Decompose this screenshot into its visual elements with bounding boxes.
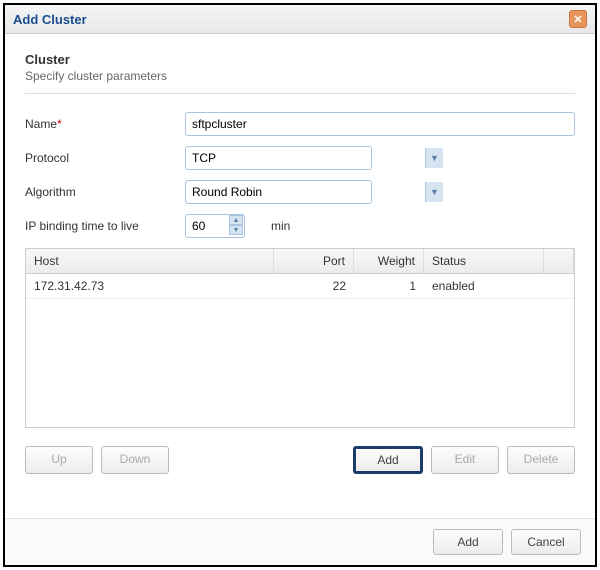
th-end	[544, 249, 574, 273]
close-icon[interactable]: ✕	[569, 10, 587, 28]
spinner-up-icon[interactable]: ▲	[229, 215, 243, 225]
add-button[interactable]: Add	[433, 529, 503, 555]
protocol-value[interactable]	[185, 146, 372, 170]
cell-end	[544, 274, 574, 298]
cell-host: 172.31.42.73	[26, 274, 274, 298]
table-buttons: Up Down Add Edit Delete	[25, 446, 575, 474]
cancel-button[interactable]: Cancel	[511, 529, 581, 555]
down-button[interactable]: Down	[101, 446, 169, 474]
name-input[interactable]	[185, 112, 575, 136]
algorithm-value[interactable]	[185, 180, 372, 204]
titlebar: Add Cluster ✕	[5, 5, 595, 34]
th-host[interactable]: Host	[26, 249, 274, 273]
divider	[25, 93, 575, 94]
edit-button[interactable]: Edit	[431, 446, 499, 474]
th-weight[interactable]: Weight	[354, 249, 424, 273]
label-algorithm: Algorithm	[25, 185, 185, 199]
th-status[interactable]: Status	[424, 249, 544, 273]
dialog-footer: Add Cancel	[5, 518, 595, 565]
up-button[interactable]: Up	[25, 446, 93, 474]
chevron-down-icon[interactable]: ▼	[425, 148, 443, 168]
row-name: Name*	[25, 112, 575, 136]
row-binding: IP binding time to live ▲ ▼ min	[25, 214, 575, 238]
window-title: Add Cluster	[13, 12, 87, 27]
cell-status: enabled	[424, 274, 544, 298]
binding-unit: min	[271, 219, 290, 233]
hosts-table: Host Port Weight Status 172.31.42.73 22 …	[25, 248, 575, 428]
row-protocol: Protocol ▼	[25, 146, 575, 170]
table-header: Host Port Weight Status	[26, 249, 574, 274]
cell-port: 22	[274, 274, 354, 298]
section-header: Cluster	[25, 52, 575, 67]
th-port[interactable]: Port	[274, 249, 354, 273]
chevron-down-icon[interactable]: ▼	[425, 182, 443, 202]
label-binding: IP binding time to live	[25, 219, 185, 233]
algorithm-select[interactable]: ▼	[185, 180, 445, 204]
table-row[interactable]: 172.31.42.73 22 1 enabled	[26, 274, 574, 299]
section-subtitle: Specify cluster parameters	[25, 69, 575, 83]
label-protocol: Protocol	[25, 151, 185, 165]
add-host-button[interactable]: Add	[353, 446, 423, 474]
row-algorithm: Algorithm ▼	[25, 180, 575, 204]
cell-weight: 1	[354, 274, 424, 298]
spinner-down-icon[interactable]: ▼	[229, 225, 243, 235]
content-area: Cluster Specify cluster parameters Name*…	[5, 34, 595, 484]
protocol-select[interactable]: ▼	[185, 146, 445, 170]
label-name: Name*	[25, 117, 185, 131]
binding-spinner[interactable]: ▲ ▼	[185, 214, 265, 238]
delete-button[interactable]: Delete	[507, 446, 575, 474]
dialog-add-cluster: Add Cluster ✕ Cluster Specify cluster pa…	[3, 3, 597, 567]
